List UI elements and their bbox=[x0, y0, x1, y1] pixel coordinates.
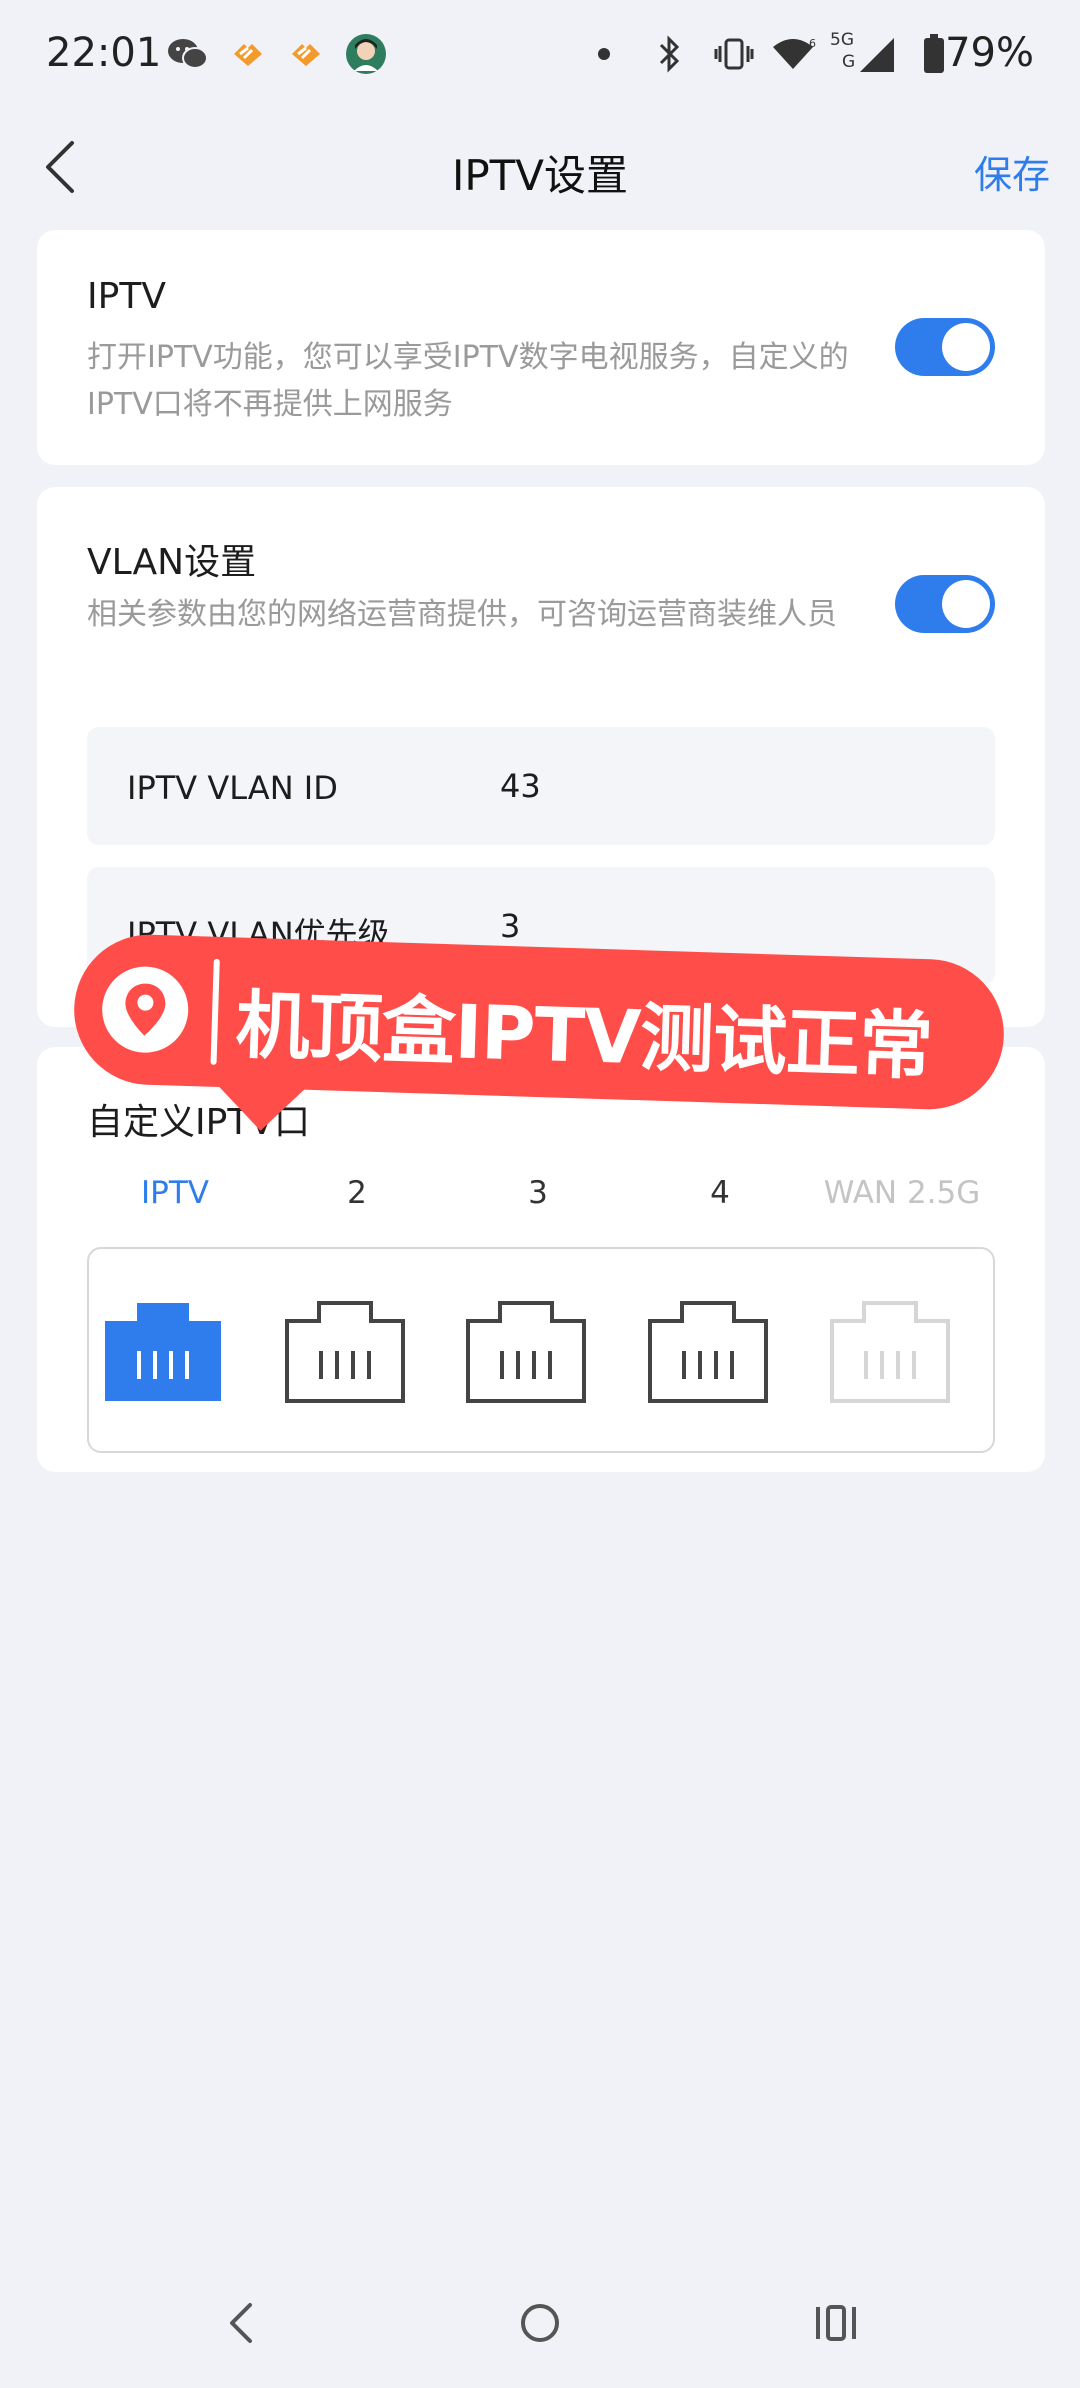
svg-text:6: 6 bbox=[809, 37, 816, 50]
caption-banner: 机顶盒IPTV测试正常 bbox=[71, 932, 1007, 1131]
system-nav-bar bbox=[0, 2258, 1080, 2388]
port-label-2[interactable]: 2 bbox=[277, 1175, 437, 1211]
app-header: IPTV设置 保存 bbox=[0, 110, 1080, 230]
vlan-priority-value[interactable]: 3 bbox=[500, 907, 520, 945]
vlan-id-value[interactable]: 43 bbox=[500, 767, 541, 805]
port-label-iptv[interactable]: IPTV bbox=[95, 1175, 255, 1211]
banner-text: 机顶盒IPTV测试正常 bbox=[234, 982, 934, 1091]
avatar-icon bbox=[344, 32, 388, 76]
status-bar: 22:01 6 5G G 79% bbox=[0, 0, 1080, 110]
dot-icon bbox=[594, 32, 614, 76]
battery-percent: 79% bbox=[945, 30, 1034, 76]
battery-icon bbox=[920, 32, 948, 76]
ethernet-port-iptv-icon[interactable] bbox=[101, 1299, 225, 1405]
iptv-title: IPTV bbox=[87, 276, 166, 317]
network-type-label: 5G bbox=[830, 30, 854, 50]
vlan-description: 相关参数由您的网络运营商提供，可咨询运营商装维人员 bbox=[87, 597, 837, 632]
iptv-description: 打开IPTV功能，您可以享受IPTV数字电视服务，自定义的IPTV口将不再提供上… bbox=[87, 340, 849, 422]
vlan-title: VLAN设置 bbox=[87, 542, 257, 583]
ethernet-port-wan-icon[interactable] bbox=[828, 1299, 952, 1405]
ethernet-port-4-icon[interactable] bbox=[646, 1299, 770, 1405]
wechat-icon bbox=[166, 32, 210, 76]
wifi-icon: 6 bbox=[770, 32, 818, 76]
toggle-knob bbox=[942, 580, 990, 628]
toggle-knob bbox=[942, 323, 990, 371]
cellular-signal-icon: 5G G bbox=[830, 30, 898, 76]
iptv-toggle[interactable] bbox=[895, 318, 995, 376]
port-label-4[interactable]: 4 bbox=[640, 1175, 800, 1211]
app-notification-icon-2 bbox=[286, 32, 326, 76]
nav-recents-button[interactable] bbox=[791, 2278, 881, 2368]
save-button[interactable]: 保存 bbox=[974, 144, 1050, 199]
app-notification-icon bbox=[228, 32, 268, 76]
vibrate-icon bbox=[712, 32, 756, 76]
ethernet-port-2-icon[interactable] bbox=[283, 1299, 407, 1405]
port-label-wan[interactable]: WAN 2.5G bbox=[822, 1175, 982, 1211]
ethernet-port-3-icon[interactable] bbox=[464, 1299, 588, 1405]
status-time: 22:01 bbox=[46, 30, 162, 76]
bluetooth-icon bbox=[650, 32, 690, 76]
port-label-3[interactable]: 3 bbox=[458, 1175, 618, 1211]
vlan-id-label: IPTV VLAN ID bbox=[127, 769, 338, 807]
vlan-id-field[interactable]: IPTV VLAN ID 43 bbox=[87, 727, 995, 845]
vlan-toggle[interactable] bbox=[895, 575, 995, 633]
nav-back-icon bbox=[230, 2303, 252, 2343]
iptv-port-card: 自定义IPTV口 IPTV 2 3 4 WAN 2.5G bbox=[37, 1047, 1045, 1472]
nav-home-button[interactable] bbox=[495, 2278, 585, 2368]
nav-recents-icon bbox=[816, 2305, 856, 2341]
nav-home-icon bbox=[521, 2304, 559, 2342]
page-title: IPTV设置 bbox=[451, 151, 629, 200]
port-selector bbox=[87, 1247, 995, 1453]
nav-back-button[interactable] bbox=[196, 2278, 286, 2368]
iptv-card: IPTV 打开IPTV功能，您可以享受IPTV数字电视服务，自定义的IPTV口将… bbox=[37, 230, 1045, 465]
